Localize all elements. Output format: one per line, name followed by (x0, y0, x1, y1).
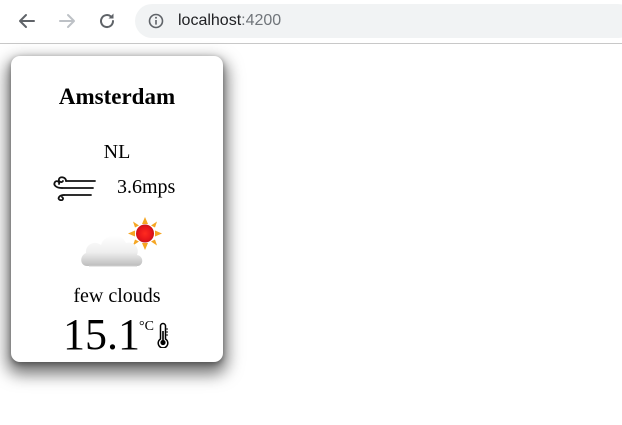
back-button[interactable] (13, 7, 41, 35)
address-bar[interactable]: localhost:4200 (135, 4, 622, 38)
url-host: localhost (178, 12, 242, 29)
browser-toolbar: localhost:4200 (0, 0, 622, 44)
weather-card: Amsterdam NL 3.6mps few clouds 15.1 °C (11, 56, 223, 362)
country-code: NL (103, 141, 131, 163)
temperature-row: 15.1 °C (63, 310, 203, 360)
wind-icon (53, 176, 96, 201)
reload-icon (100, 13, 115, 29)
back-arrow-icon (19, 14, 35, 28)
thermometer-icon (157, 322, 169, 348)
url-text[interactable]: localhost:4200 (178, 11, 281, 31)
temperature-value: 15.1 (63, 310, 140, 359)
weather-description: few clouds (73, 285, 161, 307)
city-name: Amsterdam (58, 84, 176, 109)
wind-speed: 3.6mps (117, 176, 176, 198)
forward-arrow-icon (59, 14, 75, 28)
info-icon[interactable] (148, 13, 164, 29)
url-port: :4200 (241, 12, 282, 29)
forward-button[interactable] (53, 7, 81, 35)
few-clouds-icon (81, 217, 162, 267)
reload-button[interactable] (93, 7, 121, 35)
temperature-unit: °C (139, 319, 154, 334)
wind-row: 3.6mps (11, 173, 223, 201)
